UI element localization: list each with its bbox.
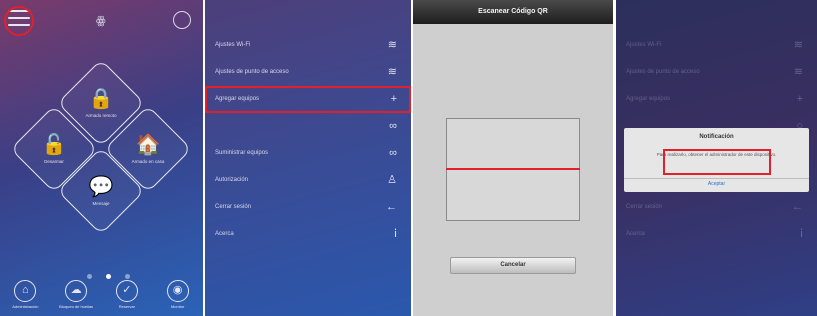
menu-item-link[interactable]: ∞ xyxy=(205,113,411,140)
mode-label: Mensaje xyxy=(92,201,110,206)
nav-label: Bloqueo de huellas xyxy=(59,304,94,309)
menu-item-autorizacion[interactable]: Autorización ♙ xyxy=(205,167,411,194)
unlock-icon: 🔓 xyxy=(41,134,67,156)
info-icon: ⅰ xyxy=(799,228,803,240)
menu-item-acerca[interactable]: Acerca ⅰ xyxy=(205,221,411,248)
arrow-left-icon: ← xyxy=(792,201,803,213)
home-screen: ꙮ 🔒 Armado remoto 🔓 Desarmar 🏠 Armado en… xyxy=(0,0,203,316)
chain-icon: ∞ xyxy=(389,147,397,159)
nav-reservar[interactable]: ✓ Reservar xyxy=(105,280,149,316)
desarmar-content: 🔓 Desarmar xyxy=(14,134,94,164)
scan-line xyxy=(446,168,580,170)
wifi-icon: ≋ xyxy=(387,39,397,51)
page-dot[interactable] xyxy=(87,274,92,279)
plus-icon: + xyxy=(796,93,803,105)
menu-item-cerrar-sesion: Cerrar sesión ← xyxy=(616,194,817,221)
menu-item-label: Ajustes de punto de acceso xyxy=(215,69,289,75)
fingerprint-icon: ☁ xyxy=(65,280,88,302)
nav-administracion[interactable]: ⌂ Administración xyxy=(3,280,47,316)
menu-highlight-circle xyxy=(4,6,34,36)
logo-icon: ꙮ xyxy=(96,15,106,27)
mode-label: Desarmar xyxy=(44,159,64,164)
arrow-left-icon: ← xyxy=(386,201,397,213)
lock-icon: 🔒 xyxy=(88,88,114,110)
accept-button[interactable]: Aceptar xyxy=(624,181,809,187)
scan-viewfinder xyxy=(446,118,580,221)
nav-label: Reservar xyxy=(118,304,135,309)
menu-item-label: Acerca xyxy=(626,231,645,237)
armado-en-casa-content: 🏠 Armado en casa xyxy=(108,134,188,164)
menu-item-punto-acceso[interactable]: Ajustes de punto de acceso ≋ xyxy=(205,59,411,86)
mode-label: Armado en casa xyxy=(131,159,165,164)
notification-screen: Ajustes Wi-Fi ≋ Ajustes de punto de acce… xyxy=(616,0,817,316)
camera-icon: ◉ xyxy=(166,280,189,302)
agregar-equipos-highlight xyxy=(205,86,411,113)
mensaje-content: 💬 Mensaje xyxy=(61,176,141,206)
dialog-divider xyxy=(624,178,809,179)
menu-item-label: Ajustes Wi-Fi xyxy=(215,42,251,48)
menu-item-agregar-equipos: Agregar equipos + xyxy=(616,86,817,113)
wifi-icon: ≋ xyxy=(793,39,803,51)
home-lock-icon: 🏠 xyxy=(135,134,161,156)
user-icon: ♙ xyxy=(387,174,397,186)
message-icon: 💬 xyxy=(88,176,114,198)
menu-item-acerca: Acerca ⅰ xyxy=(616,221,817,248)
nav-label: Administración xyxy=(12,304,39,309)
bottom-nav: ⌂ Administración ☁ Bloqueo de huellas ✓ … xyxy=(0,280,203,316)
menu-item-label: Acerca xyxy=(215,231,234,237)
mode-label: Armado remoto xyxy=(85,113,117,118)
info-icon: ⅰ xyxy=(393,228,397,240)
top-bar: ꙮ xyxy=(0,0,203,40)
clock-icon: ✓ xyxy=(115,280,138,302)
qr-scanner-screen: Escanear Código QR Cancelar xyxy=(413,0,613,316)
menu-item-suministrar-equipos[interactable]: Suministrar equipos ∞ xyxy=(205,140,411,167)
menu-item-label: Ajustes de punto de acceso xyxy=(626,69,700,75)
wifi-icon: ≋ xyxy=(793,66,803,78)
cancel-button[interactable]: Cancelar xyxy=(450,257,576,274)
nav-monitor[interactable]: ◉ Monitor xyxy=(156,280,200,316)
armado-remoto-content: 🔒 Armado remoto xyxy=(61,88,141,118)
menu-item-ajustes-wifi: Ajustes Wi-Fi ≋ xyxy=(616,32,817,59)
settings-menu-list: Ajustes Wi-Fi ≋ Ajustes de punto de acce… xyxy=(205,32,411,248)
link-icon: ∞ xyxy=(389,120,397,132)
menu-item-label: Cerrar sesión xyxy=(626,204,663,210)
message-highlight xyxy=(663,149,771,175)
menu-item-label: Ajustes Wi-Fi xyxy=(626,42,662,48)
wifi-icon: ≋ xyxy=(387,66,397,78)
dialog-title: Notificación xyxy=(699,134,734,140)
settings-menu-screen: Ajustes Wi-Fi ≋ Ajustes de punto de acce… xyxy=(205,0,411,316)
page-dot[interactable] xyxy=(125,274,130,279)
nav-label: Monitor xyxy=(170,304,185,309)
globe-icon[interactable] xyxy=(173,11,191,29)
page-dot-active[interactable] xyxy=(106,274,111,279)
menu-item-label: Autorización xyxy=(215,177,249,183)
menu-item-ajustes-wifi[interactable]: Ajustes Wi-Fi ≋ xyxy=(205,32,411,59)
scanner-title: Escanear Código QR xyxy=(413,0,613,24)
menu-item-label: Agregar equipos xyxy=(626,96,671,102)
nav-bloqueo-huellas[interactable]: ☁ Bloqueo de huellas xyxy=(54,280,98,316)
menu-item-label: Cerrar sesión xyxy=(215,204,252,210)
menu-item-punto-acceso: Ajustes de punto de acceso ≋ xyxy=(616,59,817,86)
menu-item-label: Suministrar equipos xyxy=(215,150,269,156)
menu-item-cerrar-sesion[interactable]: Cerrar sesión ← xyxy=(205,194,411,221)
house-icon: ⌂ xyxy=(14,280,37,302)
